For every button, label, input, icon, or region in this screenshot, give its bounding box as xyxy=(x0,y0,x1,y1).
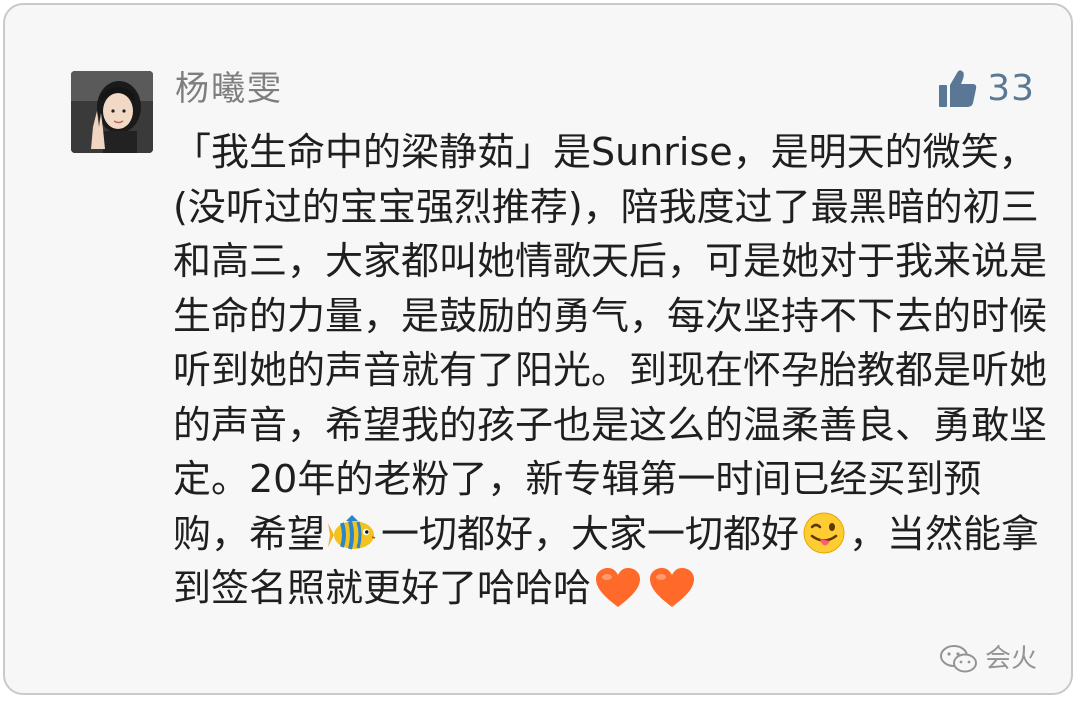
comment-text-part1: 「我生命中的梁静茹」是Sunrise，是明天的微笑，(没听过的宝宝强烈推荐)，陪… xyxy=(173,130,1048,556)
watermark-label: 会火 xyxy=(984,644,1037,674)
orange-heart-icon xyxy=(594,567,642,609)
avatar[interactable] xyxy=(71,71,153,153)
winking-tongue-face-icon xyxy=(802,511,846,555)
tropical-fish-icon xyxy=(328,514,378,555)
thumbs-up-icon[interactable] xyxy=(939,69,977,109)
wechat-icon xyxy=(939,643,979,675)
username[interactable]: 杨曦雯 xyxy=(175,67,283,111)
watermark: 会火 xyxy=(939,641,1037,677)
like-button[interactable]: 33 xyxy=(939,67,1035,111)
orange-heart-icon xyxy=(648,567,696,609)
comment-text: 「我生命中的梁静茹」是Sunrise，是明天的微笑，(没听过的宝宝强烈推荐)，陪… xyxy=(173,125,1048,616)
comment-card: 杨曦雯 33 「我生命中的梁静茹」是Sunrise，是明天的微笑，(没听过的宝宝… xyxy=(3,3,1073,695)
like-count: 33 xyxy=(987,68,1035,109)
comment-text-part2: 一切都好，大家一切都好 xyxy=(381,511,800,556)
